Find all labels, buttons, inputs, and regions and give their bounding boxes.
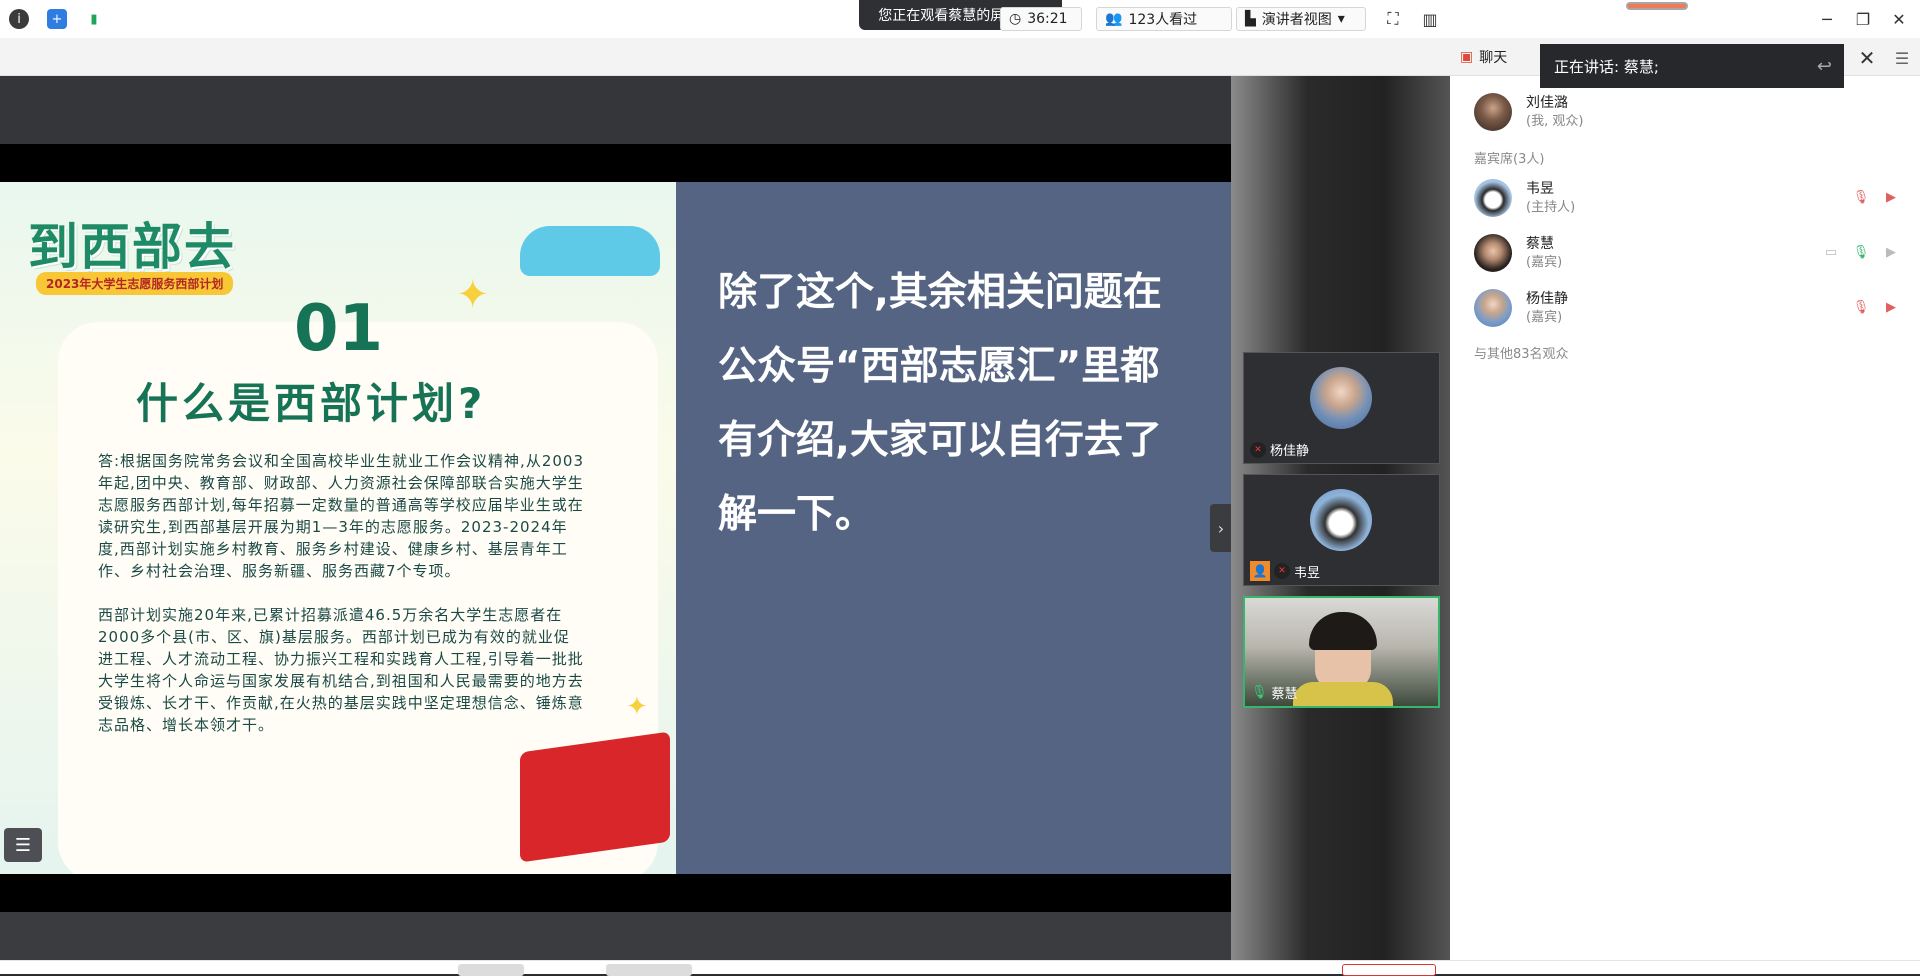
participant-guest[interactable]: 韦昱 (主持人) (1474, 176, 1575, 220)
participant-role: (嘉宾) (1526, 310, 1563, 325)
panel-menu-icon[interactable]: ☰ (1890, 44, 1914, 72)
slide-title: 什么是西部计划? (136, 379, 487, 428)
host-icon: 👤 (1250, 561, 1270, 581)
participant-guest[interactable]: 蔡慧 (嘉宾) (1474, 231, 1562, 275)
slide-logo: 到西部去 (28, 217, 236, 276)
shield-icon[interactable]: + (47, 9, 67, 29)
bottom-control-bar (0, 960, 1920, 974)
list-icon: ☰ (14, 834, 32, 856)
slide-logo-subtitle: 2023年大学生志愿服务西部计划 (36, 272, 234, 295)
avatar (1474, 179, 1512, 217)
layout-icon: ▙ (1245, 11, 1256, 27)
viewers-value: 123人看过 (1128, 12, 1198, 28)
avatar (1474, 289, 1512, 327)
viewers-count[interactable]: 👥 123人看过 (1096, 7, 1232, 31)
participant-role: (嘉宾) (1526, 255, 1563, 270)
letterbox-bottom (0, 874, 1231, 912)
mic-muted-icon: ✕ (1250, 441, 1266, 458)
timer-display: ◷ 36:21 (1000, 7, 1082, 31)
chevron-right-icon: › (1217, 518, 1225, 538)
star-decoration: ✦ (456, 272, 490, 318)
mic-active-icon: 🎙 (1251, 685, 1268, 700)
signal-icon[interactable]: ▮ (84, 9, 104, 29)
avatar (1310, 367, 1372, 429)
tile-name: 韦昱 (1294, 565, 1321, 581)
speaking-indicator: 正在讲话: 蔡慧; ↩ (1540, 44, 1844, 88)
participant-name: 蔡慧 (1526, 236, 1554, 252)
camera-off-icon: ▶ (1886, 189, 1896, 205)
chat-icon: ▣ (1460, 49, 1474, 65)
video-tile[interactable]: 👤 ✕ 韦昱 (1243, 474, 1440, 586)
slide-body: 答:根据国务院常务会议和全国高校毕业生就业工作会议精神,从2003年起,团中央、… (98, 450, 584, 758)
close-window-button[interactable]: ✕ (1888, 8, 1910, 30)
mic-muted-icon: 🎙 (1852, 299, 1870, 315)
star-decoration-small: ✦ (626, 692, 648, 722)
video-tile-active[interactable]: 🎙 蔡慧 (1243, 596, 1440, 708)
clock-icon: ◷ (1009, 11, 1022, 27)
restore-button[interactable]: ❐ (1852, 8, 1874, 30)
participant-name: 刘佳潞 (1526, 95, 1568, 111)
screen-share-icon: ▭ (1824, 244, 1838, 260)
bottom-button[interactable] (1342, 964, 1436, 976)
avatar (1474, 234, 1512, 272)
slide-number: 01 (294, 292, 384, 366)
drag-handle[interactable] (1626, 2, 1688, 10)
participant-name: 韦昱 (1526, 181, 1554, 197)
participant-role: (主持人) (1526, 200, 1576, 215)
chevron-down-icon: ▾ (1337, 11, 1345, 27)
bottom-button[interactable] (458, 964, 524, 976)
mic-muted-icon: 🎙 (1852, 189, 1870, 205)
slide-right-text: 除了这个,其余相关问题在公众号“西部志愿汇”里都有介绍,大家可以自行去了解一下。 (718, 270, 1162, 537)
guests-section-label: 嘉宾席(3人) (1474, 152, 1545, 167)
info-icon[interactable]: i (9, 9, 29, 29)
tab-chat[interactable]: ▣ 聊天 (1450, 38, 1540, 76)
avatar (1310, 489, 1372, 551)
mic-muted-icon: ✕ (1274, 563, 1290, 579)
close-panel-button[interactable]: ✕ (1852, 44, 1882, 72)
participant-guest[interactable]: 杨佳静 (嘉宾) (1474, 286, 1568, 330)
bottom-button[interactable] (606, 964, 692, 976)
tile-name: 杨佳静 (1270, 444, 1310, 459)
reply-icon[interactable]: ↩ (1817, 56, 1832, 77)
speaker-shirt (1293, 682, 1393, 706)
people-icon: 👥 (1105, 11, 1123, 27)
stage-top-area (0, 76, 1231, 144)
minimize-button[interactable]: ─ (1816, 8, 1838, 30)
camera-off-icon: ▶ (1886, 299, 1896, 315)
fullscreen-icon[interactable]: ⛶ (1383, 9, 1403, 29)
participant-name: 杨佳静 (1526, 291, 1568, 307)
letterbox-top (0, 144, 1231, 182)
view-mode-label: 演讲者视图 (1261, 12, 1332, 28)
camera-icon: ▶ (1886, 244, 1896, 260)
timer-value: 36:21 (1027, 11, 1068, 27)
view-mode-select[interactable]: ▙ 演讲者视图 ▾ (1236, 7, 1366, 31)
participant-me[interactable]: 刘佳潞 (我, 观众) (1474, 90, 1583, 134)
participant-role: (我, 观众) (1526, 114, 1584, 129)
cloud-decoration (520, 226, 660, 276)
avatar (1474, 93, 1512, 131)
tab-chat-label: 聊天 (1479, 50, 1508, 66)
sidebar-toggle-icon[interactable]: ▥ (1420, 9, 1440, 29)
mic-active-icon: 🎙 (1852, 244, 1870, 260)
video-tile[interactable]: ✕ 杨佳静 (1243, 352, 1440, 464)
slide-paragraph-2: 西部计划实施20年来,已累计招募派遣46.5万余名大学生志愿者在2000多个县(… (98, 606, 584, 734)
flag-decoration (520, 731, 670, 863)
share-banner-label: 您正在观看蔡慧的屏幕 (878, 8, 1019, 24)
other-viewers-label[interactable]: 与其他83名观众 (1474, 343, 1569, 362)
slide-left-panel: ✦ 到西部去 2023年大学生志愿服务西部计划 01 什么是西部计划? 答:根据… (0, 182, 676, 874)
slide-list-button[interactable]: ☰ (4, 828, 42, 862)
speaker-hair (1309, 612, 1377, 650)
tile-name: 蔡慧 (1271, 687, 1298, 702)
slide-paragraph-1: 答:根据国务院常务会议和全国高校毕业生就业工作会议精神,从2003年起,团中央、… (98, 452, 584, 580)
speaking-label: 正在讲话: 蔡慧; (1554, 57, 1659, 76)
collapse-video-strip-button[interactable]: › (1210, 504, 1232, 552)
